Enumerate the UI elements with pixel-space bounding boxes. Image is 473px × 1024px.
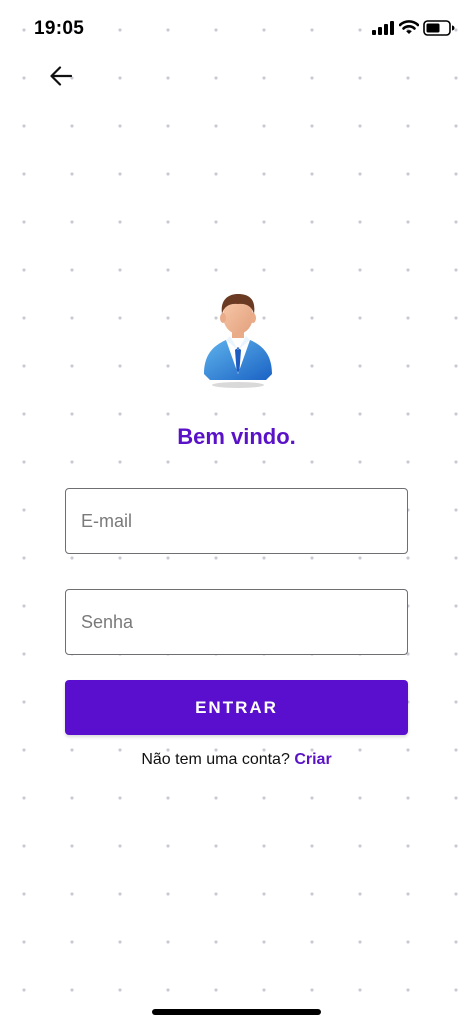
password-input[interactable] [66, 590, 407, 654]
status-bar: 19:05 [0, 0, 473, 56]
businessman-avatar-icon [204, 294, 272, 388]
battery-icon [423, 20, 455, 36]
password-field[interactable] [65, 589, 408, 655]
home-indicator [152, 1009, 321, 1015]
email-field[interactable] [65, 488, 408, 554]
signal-icon [372, 21, 394, 35]
welcome-heading: Bem vindo. [177, 424, 296, 449]
signup-prompt-text: Não tem uma conta? [141, 751, 290, 768]
back-button[interactable] [44, 60, 78, 92]
signup-prompt-row: Não tem uma conta? Criar [0, 751, 473, 769]
login-button[interactable]: ENTRAR [65, 680, 408, 735]
status-time: 19:05 [34, 18, 85, 39]
arrow-left-icon [50, 66, 72, 86]
signup-link[interactable]: Criar [294, 751, 331, 768]
email-input[interactable] [66, 489, 407, 553]
wifi-icon [399, 20, 419, 34]
